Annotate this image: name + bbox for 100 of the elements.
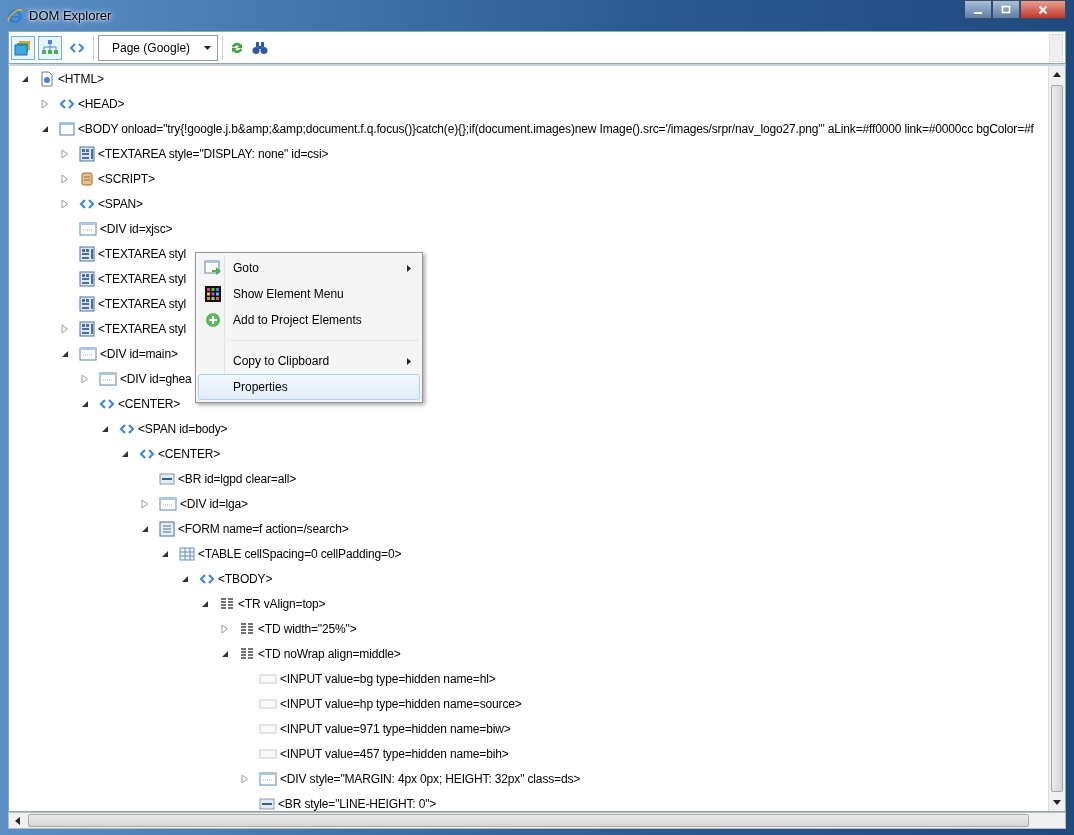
binoculars-icon	[252, 40, 268, 55]
dom-node-label[interactable]: <HTML>	[58, 71, 104, 86]
dom-node-label[interactable]: <SCRIPT>	[98, 171, 155, 186]
expand-arrow-icon[interactable]	[221, 623, 229, 634]
add-icon	[205, 312, 221, 328]
window-title: DOM Explorer	[29, 8, 112, 23]
form-icon	[159, 520, 175, 537]
dom-node-label[interactable]: <BODY onload="try{!google.j.b&amp;&amp;document.f.q.focus()}catch(e){};if(document.images)new Image().src='/images/srpr/nav_logo27.png'" aLink=#ff0000 link=#0000cc bgColor=#f	[78, 121, 1034, 136]
line-break-icon	[259, 795, 275, 811]
scroll-thumb[interactable]	[1051, 85, 1063, 792]
minimize-button[interactable]	[964, 0, 992, 19]
dom-node-label[interactable]: <CENTER>	[158, 446, 221, 461]
dom-node-label[interactable]: <BR style="LINE-HEIGHT: 0">	[278, 796, 437, 811]
collapse-arrow-icon[interactable]	[121, 449, 129, 458]
scroll-down-icon[interactable]	[1053, 800, 1061, 805]
expand-arrow-icon[interactable]	[61, 323, 69, 334]
dom-node-label[interactable]: <TEXTAREA styl	[98, 271, 187, 286]
dom-node-label[interactable]: <DIV id=main>	[100, 346, 178, 361]
close-icon	[1038, 4, 1048, 15]
line-break-icon	[159, 470, 175, 487]
scroll-icon	[79, 170, 95, 187]
expand-arrow-icon[interactable]	[41, 98, 49, 109]
menu-item[interactable]: Copy to Clipboard	[198, 348, 420, 374]
collapse-arrow-icon[interactable]	[221, 649, 229, 658]
refresh-icon	[230, 40, 244, 55]
vertical-scrollbar[interactable]	[1048, 66, 1065, 811]
dom-node-label[interactable]: <TD width="25%">	[258, 621, 357, 636]
dom-node-label[interactable]: <TBODY>	[218, 571, 273, 586]
page-dropdown[interactable]: Page (Google)	[98, 34, 218, 61]
dom-node-label[interactable]: <INPUT value=hp type=hidden name=source>	[280, 696, 522, 711]
menu-item[interactable]: Goto	[198, 255, 420, 281]
close-button[interactable]	[1020, 0, 1066, 19]
expand-arrow-icon[interactable]	[241, 773, 249, 784]
document-icon	[39, 70, 55, 87]
code-tag-icon	[70, 42, 84, 53]
div-icon	[79, 345, 97, 362]
minimize-icon	[974, 11, 982, 14]
table-icon	[179, 545, 195, 562]
scroll-up-icon[interactable]	[1053, 72, 1061, 77]
tree-view-button[interactable]	[38, 35, 62, 60]
textarea-icon	[79, 295, 95, 312]
dom-node-label[interactable]: <INPUT value=457 type=hidden name=bih>	[280, 746, 509, 761]
menu-item[interactable]: Add to Project Elements	[198, 307, 420, 333]
dom-node-label[interactable]: <TEXTAREA style="DISPLAY: none" id=csi>	[98, 146, 329, 161]
scroll-left-icon[interactable]	[15, 816, 20, 825]
table-row-icon	[239, 645, 255, 662]
maximize-icon	[1001, 4, 1011, 15]
expand-arrow-icon[interactable]	[81, 373, 89, 384]
horizontal-scroll-thumb[interactable]	[28, 814, 1029, 827]
dom-node-label[interactable]: <BR id=lgpd clear=all>	[178, 471, 297, 486]
browser-logo-icon	[7, 7, 23, 24]
menu-item[interactable]: Properties	[198, 374, 420, 400]
expand-arrow-icon[interactable]	[61, 148, 69, 159]
div-icon	[159, 495, 177, 512]
dom-node-label[interactable]: <TR vAlign=top>	[238, 596, 326, 611]
dom-node-label[interactable]: <TABLE cellSpacing=0 cellPadding=0>	[198, 546, 402, 561]
page-icon	[59, 120, 75, 137]
stacked-windows-icon	[14, 38, 32, 57]
collapse-arrow-icon[interactable]	[161, 549, 169, 558]
collapse-arrow-icon[interactable]	[101, 424, 109, 433]
hierarchy-icon	[41, 38, 59, 57]
collapse-arrow-icon[interactable]	[21, 74, 29, 83]
expand-arrow-icon[interactable]	[61, 198, 69, 209]
dom-node-label[interactable]: <SPAN>	[98, 196, 143, 211]
toolbar-scrollbar	[1049, 34, 1063, 62]
dom-node-label[interactable]: <TD noWrap align=middle>	[258, 646, 401, 661]
textarea-icon	[79, 145, 95, 162]
div-icon	[259, 770, 277, 787]
frames-toggle-button[interactable]	[11, 35, 35, 60]
dom-node-label[interactable]: <TEXTAREA styl	[98, 296, 187, 311]
dom-node-label[interactable]: <HEAD>	[78, 96, 125, 111]
horizontal-scrollbar[interactable]	[8, 812, 1066, 829]
collapse-arrow-icon[interactable]	[41, 124, 49, 133]
dom-node-label[interactable]: <INPUT value=971 type=hidden name=biw>	[280, 721, 511, 736]
collapse-arrow-icon[interactable]	[181, 574, 189, 583]
dom-node-label[interactable]: <FORM name=f action=/search>	[178, 521, 349, 536]
dom-node-label[interactable]: <SPAN id=body>	[138, 421, 228, 436]
menu-item[interactable]: Show Element Menu	[198, 281, 420, 307]
collapse-arrow-icon[interactable]	[81, 399, 89, 408]
table-row-icon	[239, 620, 255, 637]
collapse-arrow-icon[interactable]	[61, 349, 69, 358]
grid-icon	[205, 286, 221, 302]
dom-node-label[interactable]: <TEXTAREA styl	[98, 246, 187, 261]
collapse-arrow-icon[interactable]	[201, 599, 209, 608]
dom-node-label[interactable]: <DIV id=lga>	[180, 496, 248, 511]
dom-node-label[interactable]: <DIV id=xjsc>	[100, 221, 173, 236]
dom-node-label[interactable]: <TEXTAREA styl	[98, 321, 187, 336]
collapse-arrow-icon[interactable]	[141, 524, 149, 533]
maximize-button[interactable]	[992, 0, 1020, 19]
caret-icon	[204, 45, 211, 50]
div-icon	[79, 220, 97, 237]
dom-node-label[interactable]: <CENTER>	[118, 396, 181, 411]
expand-arrow-icon[interactable]	[61, 173, 69, 184]
textarea-icon	[79, 245, 95, 262]
textarea-icon	[79, 320, 95, 337]
dom-node-label[interactable]: <DIV style="MARGIN: 4px 0px; HEIGHT: 32px" class=ds>	[280, 771, 581, 786]
textarea-icon	[79, 270, 95, 287]
dom-node-label[interactable]: <DIV id=ghea	[120, 371, 192, 386]
dom-node-label[interactable]: <INPUT value=bg type=hidden name=hl>	[280, 671, 496, 686]
expand-arrow-icon[interactable]	[141, 498, 149, 509]
